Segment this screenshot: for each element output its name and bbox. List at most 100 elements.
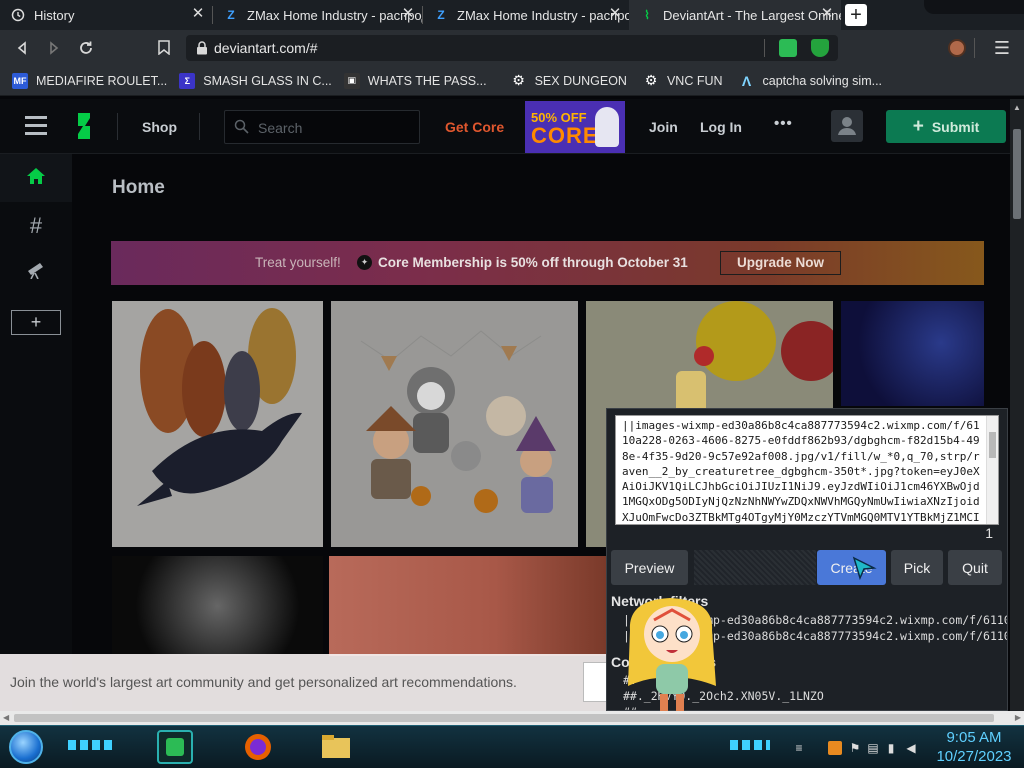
forward-icon[interactable] bbox=[40, 34, 68, 62]
more-options-icon[interactable]: ••• bbox=[774, 115, 793, 132]
tab-deviantart[interactable]: ⌇ DeviantArt - The Largest Online ✕ bbox=[629, 0, 841, 30]
sidebar-add-button[interactable]: + bbox=[11, 310, 61, 335]
join-link[interactable]: Join bbox=[649, 119, 678, 135]
tab-zmax-1[interactable]: Z ZMax Home Industry - распрод ✕ bbox=[213, 0, 422, 30]
banner-treat: Treat yourself! bbox=[255, 255, 341, 270]
left-sidebar: # + bbox=[0, 154, 72, 711]
search-placeholder: Search bbox=[258, 120, 303, 136]
scroll-right-icon[interactable]: ▶ bbox=[1015, 713, 1021, 722]
filter-code-textarea[interactable]: ||images-wixmp-ed30a86b8c4ca887773594c2.… bbox=[615, 415, 999, 525]
close-tab-icon[interactable]: ✕ bbox=[190, 6, 206, 22]
art-thumbnail[interactable] bbox=[112, 301, 323, 547]
profile-avatar[interactable] bbox=[948, 39, 966, 57]
art-thumbnail[interactable] bbox=[841, 301, 984, 406]
user-avatar-button[interactable] bbox=[831, 110, 863, 142]
sidebar-hashtag[interactable]: # bbox=[0, 202, 72, 250]
back-icon[interactable] bbox=[8, 34, 36, 62]
submit-label: Submit bbox=[931, 118, 980, 135]
divider bbox=[117, 113, 118, 140]
clock-date: 10/27/2023 bbox=[936, 748, 1012, 765]
art-thumbnail[interactable] bbox=[112, 556, 323, 656]
start-button[interactable] bbox=[9, 730, 43, 764]
bookmark-item[interactable]: Σ SMASH GLASS IN C... bbox=[179, 72, 332, 89]
preview-button[interactable]: Preview bbox=[611, 550, 688, 585]
scroll-thumb[interactable] bbox=[1013, 129, 1021, 219]
hashtag-icon: # bbox=[29, 213, 43, 238]
art-thumbnail[interactable] bbox=[331, 301, 578, 547]
shop-link[interactable]: Shop bbox=[142, 119, 177, 135]
bookmark-item[interactable]: Λ captcha solving sim... bbox=[739, 73, 883, 89]
bookmark-label: captcha solving sim... bbox=[762, 73, 883, 88]
page-vertical-scrollbar[interactable]: ▲ bbox=[1010, 99, 1024, 711]
bookmark-item[interactable]: ⚙ SEX DUNGEON bbox=[511, 72, 627, 89]
system-clock[interactable]: 9:05 AM 10/27/2023 bbox=[928, 728, 1020, 766]
login-link[interactable]: Log In bbox=[700, 119, 742, 135]
show-desktop-icon[interactable]: ≡ bbox=[792, 741, 806, 755]
quit-button[interactable]: Quit bbox=[948, 550, 1002, 585]
filter-code-text: ||images-wixmp-ed30a86b8c4ca887773594c2.… bbox=[622, 419, 980, 524]
web-page: Shop Search Get Core 50% OFF CORE Join L… bbox=[0, 99, 1010, 711]
tab-title: ZMax Home Industry - распрод bbox=[247, 7, 422, 23]
page-horizontal-scrollbar[interactable]: ◀ ▶ bbox=[0, 711, 1024, 725]
scroll-thumb[interactable] bbox=[14, 714, 994, 722]
taskbar-app-firefox[interactable] bbox=[240, 730, 276, 764]
tab-history[interactable]: History ✕ bbox=[0, 0, 212, 30]
history-icon bbox=[10, 7, 26, 23]
tab-zmax-2[interactable]: Z ZMax Home Industry - распрод ✕ bbox=[423, 0, 629, 30]
cursor-icon bbox=[852, 556, 877, 581]
tab-title: ZMax Home Industry - распрод bbox=[457, 7, 629, 23]
zmax-favicon: Z bbox=[437, 8, 445, 22]
bookmark-star-icon[interactable] bbox=[150, 34, 178, 62]
bookmark-item[interactable]: ▣ WHATS THE PASS... bbox=[343, 72, 487, 89]
volume-icon[interactable]: ◀ bbox=[904, 741, 918, 755]
signup-prompt: Join the world's largest art community a… bbox=[0, 654, 613, 711]
code-scrollbar[interactable] bbox=[986, 416, 998, 524]
gear-icon: ⚙ bbox=[512, 72, 525, 88]
promo-core: CORE bbox=[531, 123, 599, 148]
extension-green-icon[interactable] bbox=[779, 39, 797, 57]
address-bar[interactable]: deviantart.com/# bbox=[186, 35, 838, 61]
taskbar-decoration bbox=[730, 740, 770, 750]
folder-icon bbox=[322, 735, 350, 758]
network-icon[interactable]: ▤ bbox=[866, 741, 880, 755]
taskbar-app-explorer[interactable] bbox=[318, 730, 354, 764]
submit-button[interactable]: + Submit bbox=[886, 110, 1006, 143]
match-counter: 1 bbox=[985, 525, 993, 541]
tab-title: History bbox=[34, 7, 75, 23]
tab-strip: History ✕ Z ZMax Home Industry - распрод… bbox=[0, 0, 1024, 30]
bookmark-item[interactable]: MF MEDIAFIRE ROULET... bbox=[12, 72, 168, 89]
hamburger-menu-icon[interactable] bbox=[25, 116, 47, 136]
flag-icon[interactable]: ⚑ bbox=[848, 741, 862, 755]
get-core-link[interactable]: Get Core bbox=[445, 119, 504, 135]
bookmark-label: MEDIAFIRE ROULET... bbox=[36, 73, 168, 88]
divider bbox=[199, 113, 200, 140]
menu-icon[interactable]: ☰ bbox=[988, 34, 1016, 62]
sidebar-discover[interactable] bbox=[0, 248, 72, 296]
ghost-icon bbox=[595, 107, 619, 147]
upgrade-now-button[interactable]: Upgrade Now bbox=[720, 251, 841, 275]
banner-message: Core Membership is 50% off through Octob… bbox=[378, 255, 688, 270]
tray-app-icon[interactable] bbox=[828, 741, 842, 755]
new-tab-button[interactable]: + bbox=[845, 4, 867, 26]
close-tab-icon[interactable]: ✕ bbox=[819, 6, 835, 22]
sidebar-home[interactable] bbox=[0, 154, 72, 202]
close-tab-icon[interactable]: ✕ bbox=[400, 6, 416, 22]
bookmark-label: WHATS THE PASS... bbox=[367, 73, 487, 88]
deviantart-logo-icon[interactable] bbox=[74, 113, 94, 144]
scroll-up-icon[interactable]: ▲ bbox=[1013, 103, 1021, 112]
divider bbox=[974, 38, 975, 58]
scroll-left-icon[interactable]: ◀ bbox=[3, 713, 9, 722]
taskbar-app-messenger[interactable] bbox=[157, 730, 193, 764]
reload-icon[interactable] bbox=[72, 34, 100, 62]
battery-icon[interactable]: ▮ bbox=[884, 741, 898, 755]
navigation-bar: deviantart.com/# ☰ bbox=[0, 30, 1024, 66]
core-promo-badge[interactable]: 50% OFF CORE bbox=[525, 101, 625, 153]
search-input[interactable]: Search bbox=[224, 110, 420, 144]
mediafire-icon: MF bbox=[12, 72, 28, 89]
close-tab-icon[interactable]: ✕ bbox=[607, 6, 623, 22]
art-thumbnail[interactable] bbox=[329, 556, 606, 656]
pattern-strip bbox=[694, 550, 816, 585]
shield-extension-icon[interactable] bbox=[811, 39, 829, 57]
pick-button[interactable]: Pick bbox=[891, 550, 943, 585]
bookmark-item[interactable]: ⚙ VNC FUN bbox=[643, 72, 723, 89]
